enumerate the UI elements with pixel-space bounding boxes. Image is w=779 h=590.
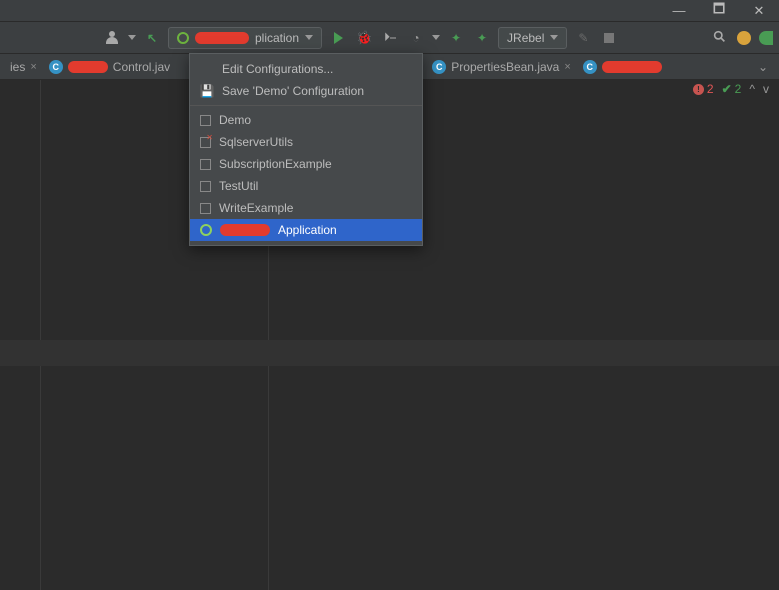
class-icon: C [49,60,63,74]
menu-run-sqlserverutils[interactable]: SqlserverUtils [190,131,422,153]
class-icon: C [583,60,597,74]
coverage-button[interactable]: ⏵⎯ [380,28,400,48]
jrebel-selector[interactable]: JRebel [498,27,567,49]
tab-label: ies [10,60,25,74]
tab-close-icon[interactable]: × [30,61,36,73]
main-toolbar: ↖ plication 🐞 ⏵⎯ ◔ ✦ ✦ JRebel ✎ [0,22,779,54]
error-count-badge[interactable]: ! 2 [693,82,714,96]
warning-count: 2 [735,82,742,96]
jrebel-label: JRebel [507,31,544,45]
run-config-suffix: plication [255,31,299,45]
menu-run-application-selected[interactable]: Application [190,219,422,241]
menu-label: WriteExample [219,201,293,215]
menu-label: Demo [219,113,251,127]
run-configuration-selector[interactable]: plication [168,27,322,49]
error-count: 2 [707,82,714,96]
tab-propertiesbean[interactable]: C PropertiesBean.java × [426,55,577,79]
tab-partial-left[interactable]: ies × [4,55,43,79]
tab-close-icon[interactable]: × [564,61,570,73]
profile-icon[interactable]: ◔ [406,28,426,48]
user-icon[interactable] [102,28,122,48]
window-titlebar: — 🗖 ✕ [0,0,779,22]
application-icon [200,159,211,170]
menu-label: SubscriptionExample [219,157,332,171]
gutter-border [40,80,41,590]
search-button[interactable] [709,28,729,48]
blank-icon [200,62,214,76]
application-error-icon [200,137,211,148]
error-icon: ! [693,84,704,95]
menu-label: TestUtil [219,179,258,193]
tabs-overflow-button[interactable]: ⌄ [753,57,773,77]
inspection-status: ! 2 ✔ 2 ^ v [693,82,769,96]
application-icon [200,115,211,126]
tab-label: PropertiesBean.java [451,60,559,74]
prev-highlight-button[interactable]: ^ [749,82,755,96]
class-icon: C [432,60,446,74]
application-icon [200,181,211,192]
redacted-text [220,224,270,236]
run-button[interactable] [328,28,348,48]
menu-label: Save 'Demo' Configuration [222,84,364,98]
spring-icon [177,32,189,44]
run-config-dropdown-menu: Edit Configurations... 💾 Save 'Demo' Con… [189,53,423,246]
highlighted-line [0,340,779,366]
menu-label: Application [278,223,337,237]
tab-redacted-right[interactable]: C [577,55,668,79]
hammer-disabled-icon: ✎ [573,28,593,48]
tab-label: Control.jav [113,60,170,74]
menu-label: Edit Configurations... [222,62,333,76]
jrebel-debug-icon[interactable]: ✦ [472,28,492,48]
menu-save-configuration[interactable]: 💾 Save 'Demo' Configuration [190,80,422,102]
jrebel-run-icon[interactable]: ✦ [446,28,466,48]
profile-dropdown-arrow-icon[interactable] [432,35,440,40]
menu-label: SqlserverUtils [219,135,293,149]
next-highlight-button[interactable]: v [763,82,769,96]
maximize-button[interactable]: 🗖 [699,0,739,22]
notifications-icon[interactable] [737,31,751,45]
menu-run-subscriptionexample[interactable]: SubscriptionExample [190,153,422,175]
tab-control[interactable]: C Control.jav [43,55,176,79]
dropdown-arrow-icon [550,35,558,40]
minimize-button[interactable]: — [659,0,699,22]
close-window-button[interactable]: ✕ [739,0,779,22]
menu-separator [190,105,422,106]
save-icon: 💾 [200,84,214,98]
redacted-text [195,32,249,44]
application-icon [200,203,211,214]
collab-icon[interactable] [759,31,773,45]
dropdown-arrow-icon [305,35,313,40]
user-dropdown-arrow-icon[interactable] [128,35,136,40]
stop-button[interactable] [599,28,619,48]
redacted-text [602,61,662,73]
warning-count-badge[interactable]: ✔ 2 [722,82,742,96]
menu-run-testutil[interactable]: TestUtil [190,175,422,197]
menu-run-demo[interactable]: Demo [190,109,422,131]
debug-button[interactable]: 🐞 [354,28,374,48]
spring-icon [200,224,212,236]
menu-run-writeexample[interactable]: WriteExample [190,197,422,219]
build-hammer-icon[interactable]: ↖ [142,28,162,48]
menu-edit-configurations[interactable]: Edit Configurations... [190,58,422,80]
redacted-text [68,61,108,73]
check-icon: ✔ [722,82,732,96]
